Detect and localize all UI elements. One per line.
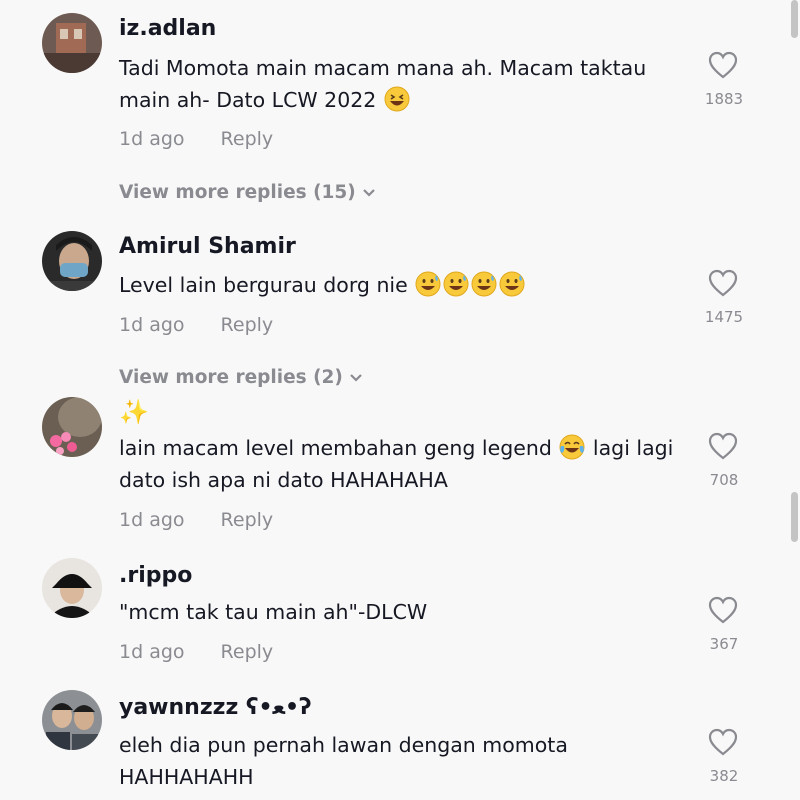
reply-button[interactable]: Reply [221,314,274,336]
chevron-down-icon [362,189,375,197]
face-with-tears-of-joy-icon [559,434,585,460]
avatar[interactable] [42,558,102,618]
avatar[interactable] [42,231,102,291]
timestamp: 1d ago [119,314,185,336]
username[interactable]: iz.adlan [119,16,216,41]
heart-outline-icon[interactable] [708,596,738,624]
like-count: 1475 [704,308,744,326]
like-count: 367 [709,635,739,653]
reply-button[interactable]: Reply [221,509,274,531]
reply-button[interactable]: Reply [221,128,274,150]
username[interactable]: ✨ [119,398,149,426]
avatar[interactable] [42,397,102,457]
heart-outline-icon[interactable] [708,432,738,460]
comment-meta: 1d ago Reply [119,509,273,531]
avatar[interactable] [42,13,102,73]
like-count: 708 [709,471,739,489]
timestamp: 1d ago [119,641,185,663]
heart-outline-icon[interactable] [708,51,738,79]
view-more-replies-button[interactable]: View more replies (2) [119,367,363,388]
view-more-replies-button[interactable]: View more replies (15) [119,182,376,203]
comment-meta: 1d ago Reply [119,641,273,663]
grinning-face-with-sweat-icon [471,271,497,297]
grinning-face-with-sweat-icon [443,271,469,297]
grinning-squinting-face-icon [384,86,410,112]
username[interactable]: .rippo [119,563,192,588]
timestamp: 1d ago [119,509,185,531]
avatar-image [42,231,102,291]
scrollbar-thumb[interactable] [791,0,798,38]
heart-outline-icon[interactable] [708,269,738,297]
comment-meta: 1d ago Reply [119,314,273,336]
grinning-face-with-sweat-icon [415,271,441,297]
scrollbar-thumb[interactable] [791,492,798,542]
grinning-face-with-sweat-icon [499,271,525,297]
reply-button[interactable]: Reply [221,641,274,663]
comment-text: "mcm tak tau main ah"-DLCW [119,600,428,624]
username[interactable]: yawnnzzz ʕ•ﻌ•ʔ [119,695,312,720]
comment-text: Tadi Momota main macam mana ah. Macam ta… [119,56,647,112]
comment-text: lain macam level membahan geng legend la… [119,434,674,492]
username[interactable]: Amirul Shamir [119,234,296,259]
avatar-image [42,690,102,750]
chevron-down-icon [350,374,362,382]
comment-text: eleh dia pun pernah lawan dengan momota … [119,733,568,789]
avatar[interactable] [42,690,102,750]
comment-text: Level lain bergurau dorg nie [119,269,689,301]
like-count: 1883 [704,90,744,108]
avatar-image [42,13,102,73]
avatar-image [42,397,102,457]
scrollbar[interactable] [788,0,800,800]
avatar-image [42,558,102,618]
comment-meta: 1d ago Reply [119,128,273,150]
timestamp: 1d ago [119,128,185,150]
heart-outline-icon[interactable] [708,728,738,756]
like-count: 382 [709,767,739,785]
